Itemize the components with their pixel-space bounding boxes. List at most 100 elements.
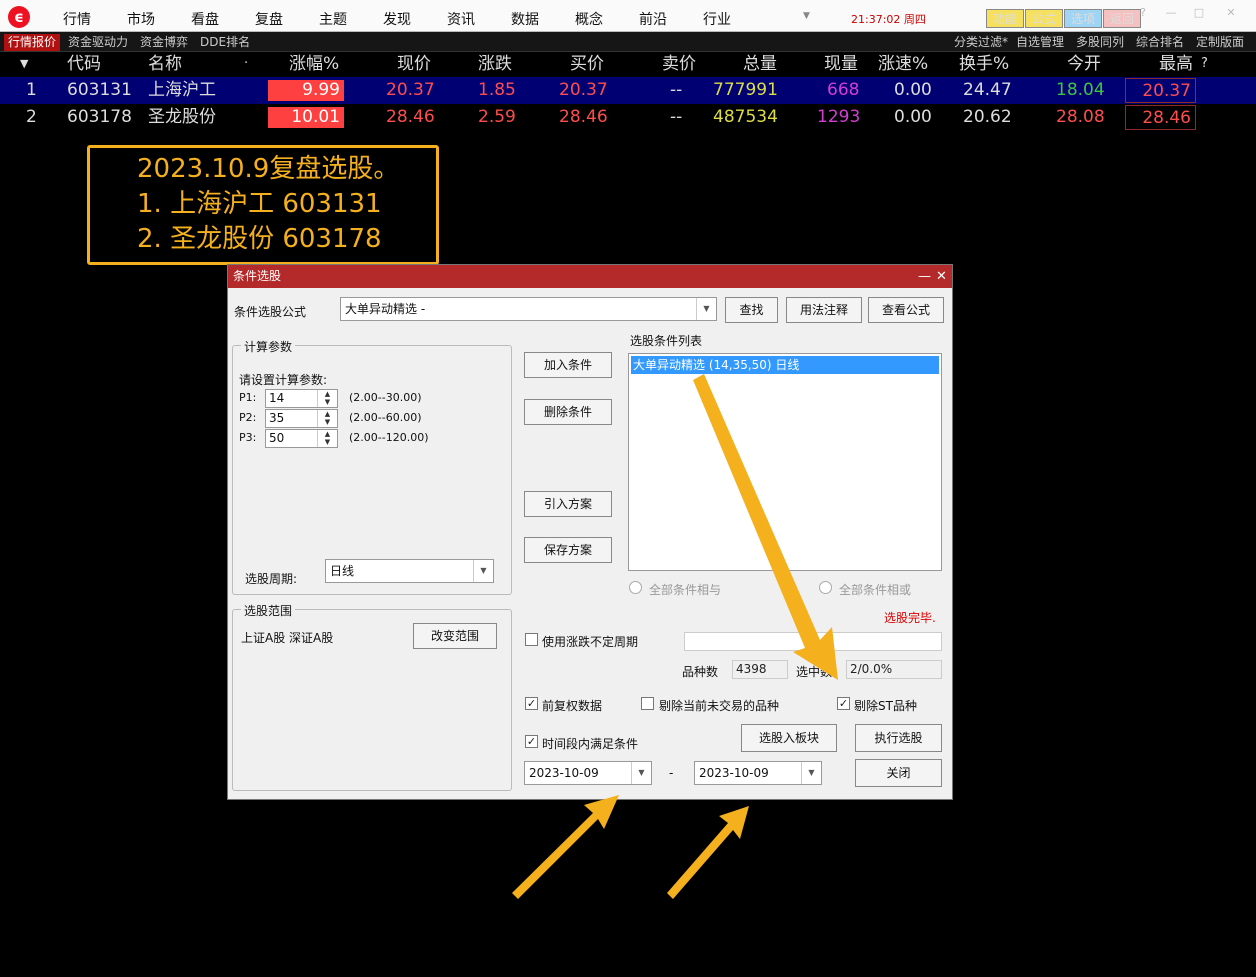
header-pct[interactable]: 涨幅%: [289, 52, 339, 76]
tab-overall-rank[interactable]: 综合排名: [1136, 34, 1184, 51]
row-pct: 9.99: [268, 80, 344, 101]
date-to-value: 2023-10-09: [699, 766, 769, 780]
formula-button[interactable]: 公式: [1025, 9, 1063, 28]
menu-data[interactable]: 数据: [511, 9, 539, 29]
dialog-title-bar[interactable]: 条件选股 — ✕: [228, 265, 952, 288]
period-field[interactable]: [684, 632, 942, 651]
header-bid[interactable]: 买价: [570, 52, 604, 76]
list-item[interactable]: 大单异动精选 (14,35,50) 日线: [631, 356, 939, 374]
table-row[interactable]: 2 603178 圣龙股份 10.01 28.46 2.59 28.46 -- …: [0, 104, 1256, 131]
header-turnover[interactable]: 换手%: [959, 52, 1009, 76]
prefix-checkbox[interactable]: ✓: [525, 697, 538, 710]
header-current-volume[interactable]: 现量: [824, 52, 858, 76]
tab-dde-rank[interactable]: DDE排名: [196, 34, 254, 51]
help-icon[interactable]: ?: [1134, 6, 1152, 20]
row-ask: --: [670, 107, 683, 127]
menu-industry[interactable]: 行业: [703, 9, 731, 29]
menu-concept[interactable]: 概念: [575, 9, 603, 29]
menu-news[interactable]: 资讯: [447, 9, 475, 29]
period-select[interactable]: 日线 ▼: [325, 559, 494, 583]
maximize-icon[interactable]: □: [1190, 6, 1208, 20]
usage-notes-button[interactable]: 用法注释: [786, 297, 862, 323]
range-title: 选股范围: [241, 602, 296, 619]
import-scheme-button[interactable]: 引入方案: [524, 491, 612, 517]
row-turnover: 24.47: [963, 80, 1012, 100]
header-name[interactable]: 名称: [148, 52, 182, 76]
header-speed[interactable]: 涨速%: [878, 52, 928, 76]
tab-quotes[interactable]: 行情报价: [4, 34, 61, 51]
param-p1-stepper[interactable]: 14 ▲ ▼: [265, 389, 338, 408]
formula-select[interactable]: 大单异动精选 - ▼: [340, 297, 717, 321]
close-icon[interactable]: ✕: [1222, 6, 1240, 20]
header-price[interactable]: 现价: [397, 52, 431, 76]
help-icon[interactable]: ?: [1201, 52, 1208, 76]
spin-arrows-icon[interactable]: ▲ ▼: [317, 430, 337, 447]
menu-frontier[interactable]: 前沿: [639, 9, 667, 29]
delete-condition-button[interactable]: 删除条件: [524, 399, 612, 425]
chevron-down-icon[interactable]: ▼: [696, 298, 716, 320]
close-icon[interactable]: ✕: [936, 265, 947, 288]
chevron-down-icon[interactable]: ▼: [801, 762, 821, 784]
options-button[interactable]: 选项: [1064, 9, 1102, 28]
add-condition-button[interactable]: 加入条件: [524, 352, 612, 378]
chevron-down-icon[interactable]: ▼: [803, 11, 810, 21]
tab-filter[interactable]: 分类过滤*: [954, 34, 1008, 51]
save-scheme-button[interactable]: 保存方案: [524, 537, 612, 563]
view-formula-button[interactable]: 查看公式: [868, 297, 944, 323]
minimize-icon[interactable]: —: [918, 265, 931, 288]
function-button[interactable]: 功能: [986, 9, 1024, 28]
param-p2-stepper[interactable]: 35 ▲ ▼: [265, 409, 338, 428]
table-row[interactable]: 1 603131 上海沪工 9.99 20.37 1.85 20.37 -- 7…: [0, 77, 1256, 104]
menu-market[interactable]: 市场: [127, 9, 155, 29]
exclude-untraded-checkbox[interactable]: [641, 697, 654, 710]
menu-theme[interactable]: 主题: [319, 9, 347, 29]
date-from-field[interactable]: 2023-10-09 ▼: [524, 761, 652, 785]
spin-arrows-icon[interactable]: ▲ ▼: [317, 410, 337, 427]
chevron-down-icon[interactable]: ▼: [631, 762, 651, 784]
param-p3-stepper[interactable]: 50 ▲ ▼: [265, 429, 338, 448]
close-button[interactable]: 关闭: [855, 759, 942, 787]
row-open: 18.04: [1056, 80, 1105, 100]
status-text: 选股完毕.: [884, 611, 936, 625]
run-select-button[interactable]: 执行选股: [855, 724, 942, 752]
menu-watch[interactable]: 看盘: [191, 9, 219, 29]
condition-list[interactable]: 大单异动精选 (14,35,50) 日线: [628, 353, 942, 571]
tab-fund-game[interactable]: 资金博弈: [136, 34, 192, 51]
radio-or[interactable]: [819, 581, 832, 594]
header-change[interactable]: 涨跌: [478, 52, 512, 76]
row-ask: --: [670, 80, 683, 100]
formula-select-value: 大单异动精选 -: [345, 302, 426, 316]
radio-and[interactable]: [629, 581, 642, 594]
minimize-icon[interactable]: —: [1162, 6, 1180, 20]
exclude-st-label: 剔除ST品种: [854, 699, 917, 713]
time-range-checkbox[interactable]: ✓: [525, 735, 538, 748]
sort-dropdown-icon[interactable]: ▼: [20, 52, 28, 76]
change-range-button[interactable]: 改变范围: [413, 623, 497, 649]
header-high[interactable]: 最高: [1159, 52, 1193, 76]
condition-list-title: 选股条件列表: [630, 334, 703, 348]
app-logo-icon[interactable]: ϵ: [8, 6, 30, 28]
count-label: 品种数: [682, 665, 719, 679]
header-code[interactable]: 代码: [67, 52, 101, 76]
header-ask[interactable]: 卖价: [662, 52, 696, 76]
use-period-checkbox[interactable]: [525, 633, 538, 646]
row-pct: 10.01: [268, 107, 344, 128]
spin-arrows-icon[interactable]: ▲ ▼: [317, 390, 337, 407]
annotation-line: 1. 上海沪工 603131: [137, 189, 382, 219]
tab-multi-stock[interactable]: 多股同列: [1076, 34, 1124, 51]
menu-discover[interactable]: 发现: [383, 9, 411, 29]
tab-custom-layout[interactable]: 定制版面: [1196, 34, 1244, 51]
row-name: 上海沪工: [148, 80, 216, 100]
menu-quotes[interactable]: 行情: [63, 9, 91, 29]
menu-review[interactable]: 复盘: [255, 9, 283, 29]
find-button[interactable]: 查找: [725, 297, 778, 323]
annotation-line: 2. 圣龙股份 603178: [137, 224, 382, 254]
header-volume[interactable]: 总量: [743, 52, 777, 76]
tab-fund-drive[interactable]: 资金驱动力: [64, 34, 132, 51]
date-to-field[interactable]: 2023-10-09 ▼: [694, 761, 822, 785]
header-open[interactable]: 今开: [1067, 52, 1101, 76]
tab-watchlist[interactable]: 自选管理: [1016, 34, 1064, 51]
to-block-button[interactable]: 选股入板块: [741, 724, 837, 752]
exclude-st-checkbox[interactable]: ✓: [837, 697, 850, 710]
chevron-down-icon[interactable]: ▼: [473, 560, 493, 582]
